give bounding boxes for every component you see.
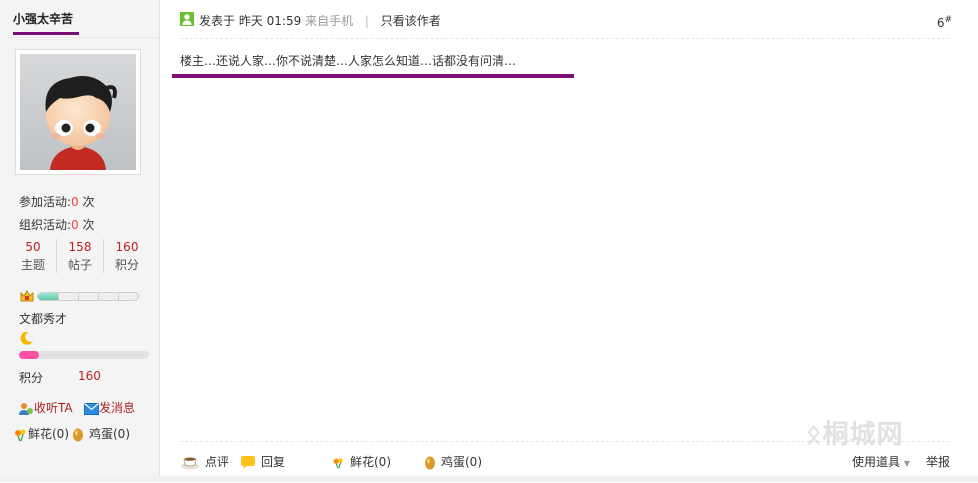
- count-posts-label: 帖子: [67, 258, 92, 272]
- posted-prefix: 发表于: [199, 14, 236, 28]
- content-underline: [172, 74, 574, 78]
- post-header: 发表于 昨天 01:59 来自手机 | 只看该作者 6#: [180, 0, 952, 39]
- egg-icon: [425, 456, 435, 470]
- sidebar-eggs-label: 鸡蛋(0): [89, 427, 130, 441]
- rank-name: 文都秀才: [19, 312, 68, 326]
- post-meta: 发表于 昨天 01:59 来自手机 | 只看该作者: [199, 12, 441, 29]
- eggs-button[interactable]: 鸡蛋(0): [424, 453, 482, 470]
- avatar[interactable]: [15, 49, 141, 175]
- flower-icon: [15, 429, 26, 441]
- score-value: 160: [78, 369, 101, 383]
- author-only-link[interactable]: 只看该作者: [381, 14, 441, 28]
- activities-organized: 组织活动:0 次: [19, 216, 95, 233]
- points-progress-bar: [19, 351, 149, 359]
- chevron-down-icon: ▼: [903, 459, 910, 468]
- posted-time: 昨天 01:59: [238, 14, 302, 28]
- bottom-divider: [0, 476, 978, 482]
- posted-source: 来自手机: [305, 14, 354, 28]
- flowers-button[interactable]: 鲜花(0): [331, 453, 391, 470]
- meta-separator: |: [364, 14, 369, 28]
- post-main: 发表于 昨天 01:59 来自手机 | 只看该作者 6# 楼主…还说人家…你不说…: [160, 0, 978, 482]
- username-link[interactable]: 小强太辛苦: [13, 10, 73, 27]
- activities-joined-unit: 次: [82, 195, 95, 209]
- crown-icon: [20, 290, 34, 302]
- count-posts-value: 158: [68, 240, 92, 254]
- use-tools-label: 使用道具: [852, 455, 901, 469]
- activities-organized-value: 0: [71, 218, 79, 232]
- eggs-label: 鸡蛋(0): [441, 455, 482, 469]
- user-online-icon: [180, 12, 194, 26]
- watermark-logo-icon: ᛟ: [806, 420, 823, 450]
- user-counts: 50 主题 158 帖子 160 积分: [10, 238, 150, 274]
- activities-organized-unit: 次: [82, 218, 95, 232]
- activities-joined-label: 参加活动:: [19, 195, 72, 209]
- author-sidebar: 小强太辛苦 参加活动:0 次 组织活动:0 次 50 主题 158 帖子 160…: [0, 0, 160, 482]
- count-points-label: 积分: [114, 258, 139, 272]
- count-posts[interactable]: 158 帖子: [57, 238, 103, 274]
- reply-label: 回复: [261, 455, 286, 469]
- count-points-value: 160: [115, 240, 139, 254]
- speech-bubble-icon: [241, 455, 255, 469]
- activities-joined-value: 0: [71, 195, 79, 209]
- level-progress-fill: [38, 293, 58, 300]
- comment-button[interactable]: 点评: [180, 453, 229, 470]
- score-label: 积分: [19, 371, 44, 385]
- activities-organized-label: 组织活动:: [19, 218, 72, 232]
- envelope-icon: [84, 402, 99, 415]
- sidebar-divider: [8, 37, 158, 38]
- floor-symbol: #: [944, 15, 952, 25]
- use-tools-dropdown[interactable]: 使用道具 ▼: [852, 453, 910, 470]
- follow-button[interactable]: 收听TA: [18, 399, 73, 416]
- send-message-label: 发消息: [99, 401, 136, 415]
- username-underline: [13, 32, 79, 35]
- sidebar-flowers-label: 鲜花(0): [28, 427, 69, 441]
- floor-number[interactable]: 6#: [937, 15, 952, 30]
- coffee-cup-icon: [181, 457, 199, 469]
- avatar-image: [20, 54, 136, 170]
- count-topics-value: 50: [25, 240, 41, 254]
- sidebar-eggs[interactable]: 鸡蛋(0): [72, 425, 130, 442]
- post-content: 楼主…还说人家…你不说清楚…人家怎么知道…话都没有问清…: [180, 54, 517, 68]
- moon-icon: [20, 331, 33, 345]
- report-button[interactable]: 举报: [926, 453, 950, 470]
- send-message-button[interactable]: 发消息: [84, 399, 135, 416]
- watermark-text: 桐城网: [822, 420, 904, 450]
- comment-label: 点评: [205, 455, 230, 469]
- count-points[interactable]: 160 积分: [104, 238, 150, 274]
- count-topics[interactable]: 50 主题: [10, 238, 56, 274]
- count-topics-label: 主题: [20, 258, 45, 272]
- follow-label: 收听TA: [34, 401, 73, 415]
- sidebar-flowers[interactable]: 鲜花(0): [12, 425, 69, 442]
- egg-icon: [73, 428, 83, 442]
- points-progress-fill: [19, 351, 39, 359]
- site-watermark: ᛟ桐城网: [806, 414, 904, 451]
- reply-button[interactable]: 回复: [240, 453, 285, 470]
- follow-icon: [19, 402, 33, 415]
- level-progress-bar: [37, 292, 139, 301]
- flowers-label: 鲜花(0): [350, 455, 391, 469]
- flower-icon: [333, 457, 343, 468]
- activities-joined: 参加活动:0 次: [19, 193, 95, 210]
